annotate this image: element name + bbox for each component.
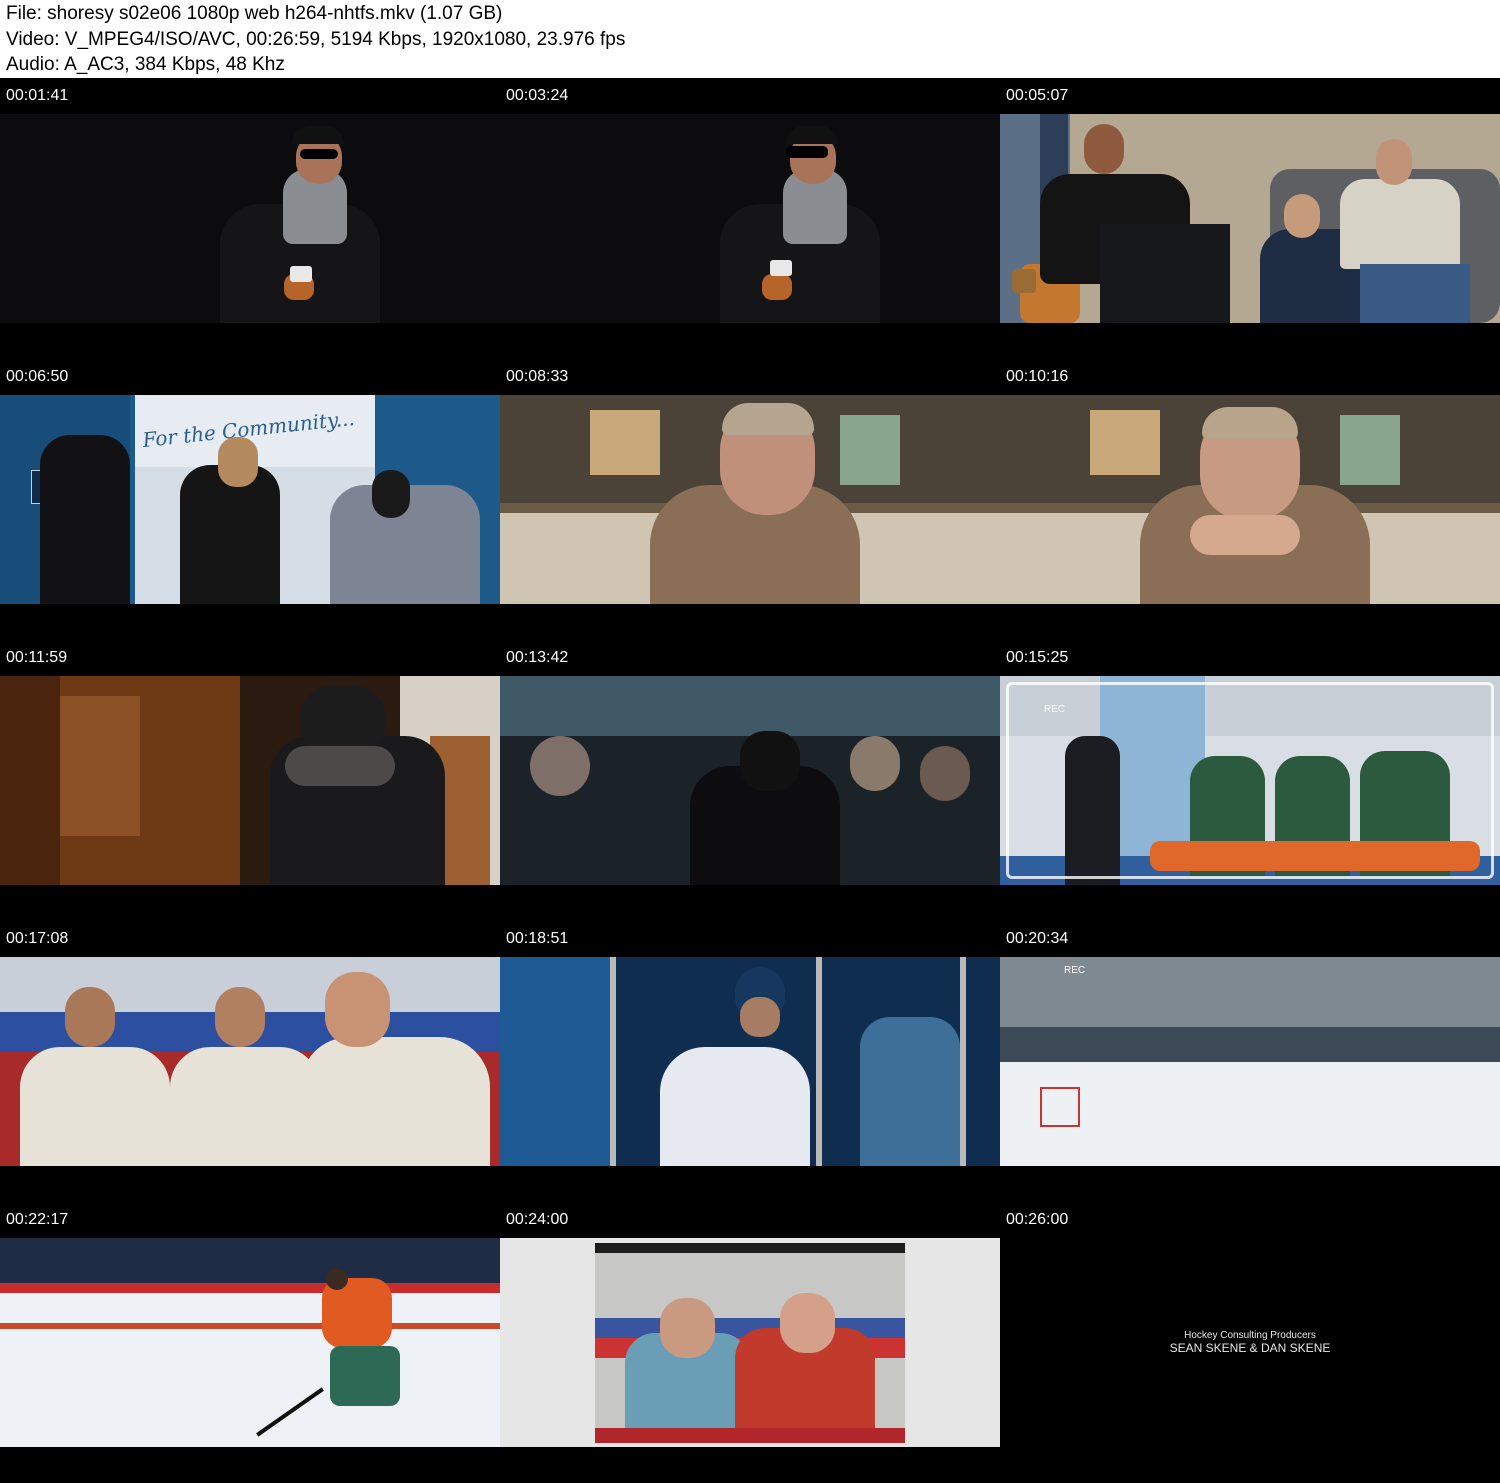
timestamp-label: 00:20:34 — [1006, 930, 1069, 947]
timestamp-label: 00:24:00 — [506, 1211, 569, 1228]
thumbnail-frame[interactable] — [0, 114, 500, 323]
credit-names: SEAN SKENE & DAN SKENE — [1169, 1341, 1331, 1355]
timestamp-label: 00:08:33 — [506, 368, 569, 385]
thumbnail-frame[interactable]: Hockey Consulting Producers SEAN SKENE &… — [1000, 1238, 1500, 1447]
thumbnail-frame[interactable] — [500, 676, 1000, 885]
timestamp-label: 00:15:25 — [1006, 649, 1069, 666]
thumbnail-frame[interactable] — [500, 957, 1000, 1166]
timestamp-label: 00:13:42 — [506, 649, 569, 666]
timestamp-label: 00:05:07 — [1006, 87, 1069, 104]
thumbnail-frame[interactable]: For the Community... — [0, 395, 500, 604]
video-info: Video: V_MPEG4/ISO/AVC, 00:26:59, 5194 K… — [6, 29, 626, 50]
timestamp-label: 00:22:17 — [6, 1211, 69, 1228]
thumbnail-frame[interactable] — [1000, 395, 1500, 604]
file-info: File: shoresy s02e06 1080p web h264-nhtf… — [6, 3, 503, 24]
timestamp-label: 00:18:51 — [506, 930, 569, 947]
thumbnail-frame[interactable] — [0, 1238, 500, 1447]
timestamp-label: 00:06:50 — [6, 368, 69, 385]
thumbnail-frame[interactable] — [0, 676, 500, 885]
audio-info: Audio: A_AC3, 384 Kbps, 48 Khz — [6, 54, 285, 75]
thumbnail-frame[interactable] — [0, 957, 500, 1166]
thumbnail-frame[interactable]: REC — [1000, 676, 1500, 885]
timestamp-label: 00:10:16 — [1006, 368, 1069, 385]
timestamp-label: 00:03:24 — [506, 87, 569, 104]
rec-indicator: REC — [1044, 704, 1066, 715]
timestamp-label: 00:26:00 — [1006, 1211, 1069, 1228]
thumbnail-frame[interactable] — [500, 395, 1000, 604]
thumbnail-frame[interactable] — [500, 1238, 1000, 1447]
thumbnail-frame[interactable] — [1000, 114, 1500, 323]
info-header: File: shoresy s02e06 1080p web h264-nhtf… — [0, 0, 1500, 78]
timestamp-label: 00:11:59 — [6, 649, 68, 666]
rec-indicator: REC — [1064, 965, 1086, 976]
credit-title: Hockey Consulting Producers — [1184, 1330, 1316, 1341]
thumbnail-frame[interactable] — [500, 114, 1000, 323]
timestamp-label: 00:01:41 — [6, 87, 69, 104]
timestamp-label: 00:17:08 — [6, 930, 69, 947]
thumbnail-frame[interactable]: REC — [1000, 957, 1500, 1166]
